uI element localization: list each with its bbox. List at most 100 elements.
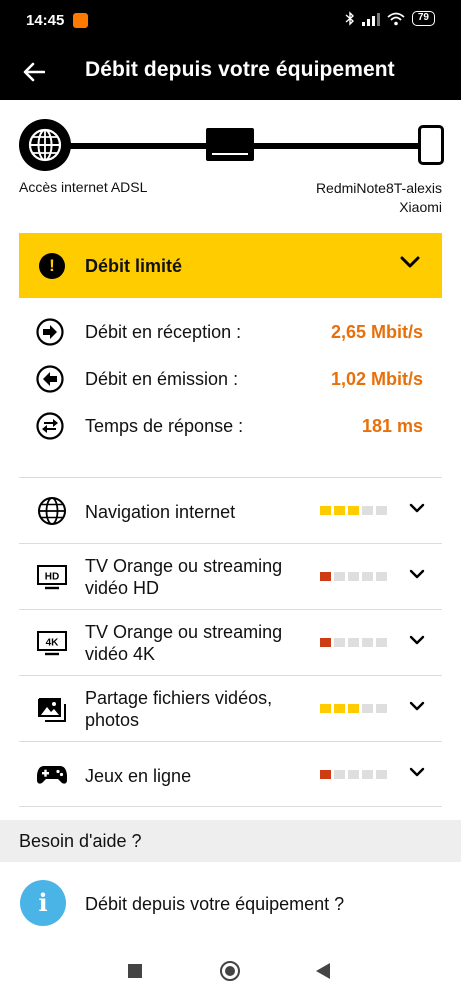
quality-segment-filled [320,704,331,713]
upload-rate-row: Débit en émission : 1,02 Mbit/s [0,365,461,395]
usage-label: TV Orange ou streaming vidéo HD [85,555,310,599]
download-rate-row: Débit en réception : 2,65 Mbit/s [0,318,461,348]
alert-title: Débit limité [85,256,183,276]
livebox-router-icon [206,128,254,161]
gamepad-icon [36,759,68,791]
usage-row-gaming[interactable]: Jeux en ligne [0,742,461,807]
speed-limited-banner[interactable]: ! Débit limité [19,233,442,298]
quality-meter [320,638,387,647]
latency-value: 181 ms [361,416,423,436]
usage-row-navigation[interactable]: Navigation internet [0,478,461,543]
quality-segment-filled [320,572,331,581]
quality-segment-empty [362,770,373,779]
hd-badge: HD [45,572,59,583]
quality-meter [320,506,387,515]
usage-row-tv-4k[interactable]: 4K TV Orange ou streaming vidéo 4K [0,610,461,675]
quality-meter [320,572,387,581]
download-rate-value: 2,65 Mbit/s [330,322,423,342]
usage-label-line: TV Orange ou streaming [85,622,283,642]
chevron-down-icon [409,503,425,513]
usage-label-line: vidéo 4K [85,644,156,664]
download-rate-label: Débit en réception : [85,322,242,342]
battery-indicator: 79 [411,11,435,26]
swap-arrows-circle-icon [36,412,64,440]
app-bar: Débit depuis votre équipement [0,44,461,100]
status-bar: 14:45 79 [0,0,461,44]
help-section-title: Besoin d'aide ? [19,831,142,851]
usage-label-line: Partage fichiers vidéos, [85,688,273,708]
wifi-icon [387,12,405,25]
chevron-down-icon [409,635,425,645]
quality-segment-empty [362,572,373,581]
quality-segment-filled [320,638,331,647]
orange-app-notification-icon [73,13,88,28]
page-title: Débit depuis votre équipement [85,58,395,81]
globe-icon [36,495,68,527]
quality-meter [320,770,387,779]
quality-segment-empty [362,638,373,647]
info-icon: i [20,880,66,926]
quality-segment-filled [320,506,331,515]
chevron-down-icon [409,767,425,777]
device-name: RedmiNote8T-alexis [315,180,442,196]
usage-label-line: Navigation internet [85,502,236,522]
quality-segment-empty [362,506,373,515]
latency-row: Temps de réponse : 181 ms [0,412,461,442]
internet-globe-icon [19,119,71,171]
usage-label: Jeux en ligne [85,765,310,787]
internet-access-label: Accès internet ADSL [19,179,148,195]
quality-segment-filled [334,506,345,515]
chevron-down-icon [409,701,425,711]
usage-label-line: vidéo HD [85,578,160,598]
usage-label-line: TV Orange ou streaming [85,556,283,576]
tv-hd-icon: HD [36,561,68,593]
usage-label-line: photos [85,710,140,730]
device-label: RedmiNote8T-alexis Xiaomi [316,179,442,217]
quality-segment-filled [348,506,359,515]
upload-rate-value: 1,02 Mbit/s [330,369,423,389]
quality-segment-empty [334,770,345,779]
quality-segment-empty [376,572,387,581]
usage-label: TV Orange ou streaming vidéo 4K [85,621,310,665]
quality-segment-empty [348,770,359,779]
status-time: 14:45 [26,12,65,29]
system-back-button[interactable] [316,963,330,979]
quality-segment-filled [320,770,331,779]
device-brand: Xiaomi [399,199,442,215]
help-link-speed[interactable]: i Débit depuis votre équipement ? [0,870,461,940]
quality-segment-filled [334,704,345,713]
quality-meter [320,704,387,713]
connection-diagram: Accès internet ADSL RedmiNote8T-alexis X… [0,100,461,232]
back-button[interactable] [18,56,50,88]
usage-row-file-sharing[interactable]: Partage fichiers vidéos, photos [0,676,461,741]
quality-segment-empty [376,506,387,515]
quality-segment-empty [348,572,359,581]
quality-segment-empty [334,572,345,581]
4k-badge: 4K [46,638,60,649]
help-link-label: Débit depuis votre équipement ? [85,894,345,914]
quality-segment-empty [362,704,373,713]
upload-rate-label: Débit en émission : [85,369,239,389]
quality-segment-empty [376,638,387,647]
arrow-left-icon [23,62,45,82]
tv-4k-icon: 4K [36,627,68,659]
usage-label: Partage fichiers vidéos, photos [85,687,310,731]
usage-row-tv-hd[interactable]: HD TV Orange ou streaming vidéo HD [0,544,461,609]
bluetooth-icon [345,11,354,26]
usage-label-line: Jeux en ligne [85,766,192,786]
chevron-down-icon [400,256,420,268]
quality-segment-empty [348,638,359,647]
system-navigation-bar [0,943,461,999]
help-section-header: Besoin d'aide ? [0,820,461,862]
home-button[interactable] [220,961,240,981]
smartphone-icon [418,125,444,165]
quality-segment-filled [348,704,359,713]
image-icon [36,693,68,725]
quality-segment-empty [376,770,387,779]
usage-label: Navigation internet [85,501,310,523]
recent-apps-button[interactable] [128,964,142,978]
divider [19,806,442,807]
chevron-down-icon [409,569,425,579]
signal-icon [361,12,380,26]
warning-icon: ! [39,253,65,279]
